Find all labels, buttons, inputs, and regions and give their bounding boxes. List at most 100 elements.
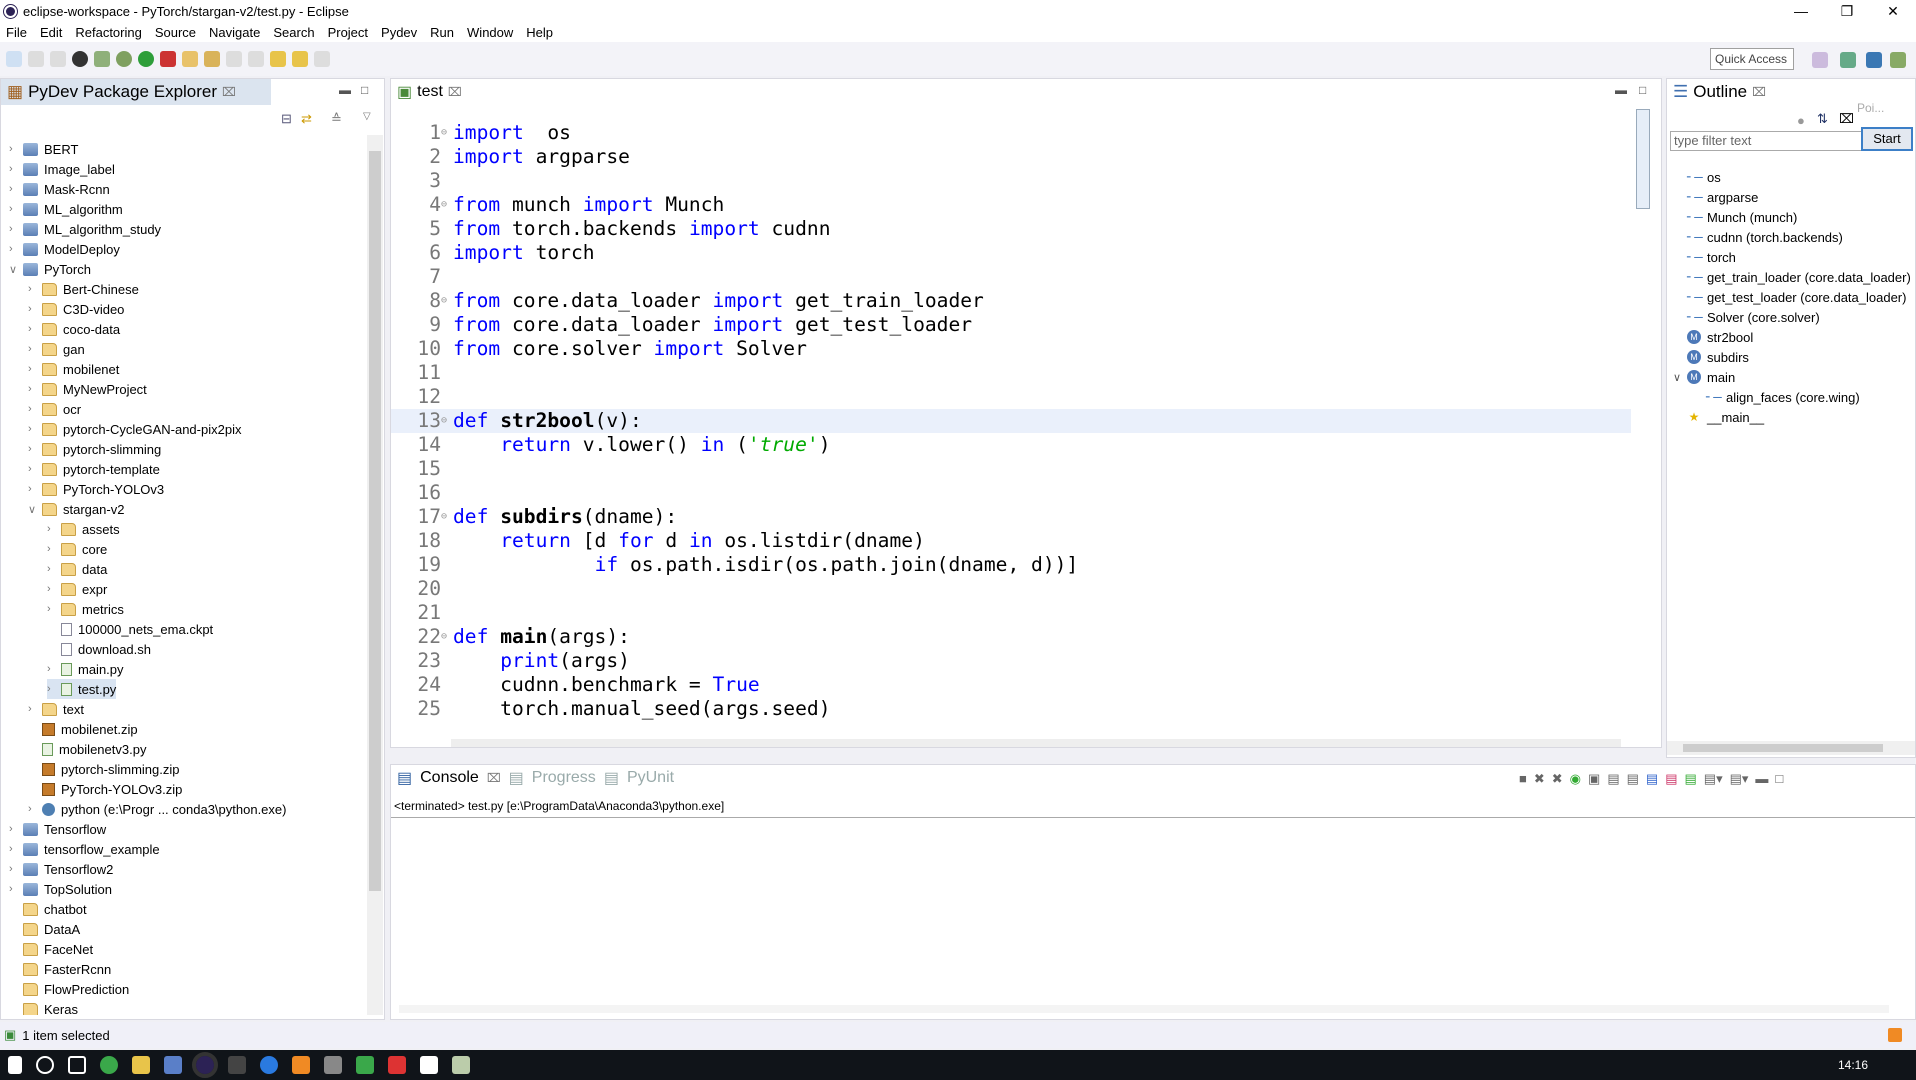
chevron-right-icon[interactable]: ›: [47, 583, 61, 595]
code-line[interactable]: 1⊖ import os: [391, 121, 1631, 145]
open-folder-icon[interactable]: [182, 51, 198, 67]
code-line[interactable]: 2 import argparse: [391, 145, 1631, 169]
code-editor[interactable]: 1⊖ import os 2 import argparse 3 4⊖ from munch…: [391, 111, 1631, 721]
menu-search[interactable]: Search: [273, 25, 314, 40]
chevron-right-icon[interactable]: ›: [9, 143, 23, 155]
chevron-down-icon[interactable]: ∨: [1673, 371, 1681, 384]
tree-item[interactable]: mobilenet.zip: [28, 719, 138, 739]
open-perspective-icon[interactable]: [1812, 52, 1828, 68]
tree-item[interactable]: FlowPrediction: [9, 979, 129, 999]
remove-all-icon[interactable]: ✖: [1552, 771, 1563, 787]
chevron-right-icon[interactable]: ›: [9, 183, 23, 195]
tree-item[interactable]: PyTorch-YOLOv3.zip: [28, 779, 182, 799]
tree-item[interactable]: › data: [47, 559, 107, 579]
app-icon[interactable]: [452, 1056, 470, 1074]
code-line[interactable]: 25 torch.manual_seed(args.seed): [391, 697, 1631, 721]
view-menu-icon[interactable]: ▽: [363, 111, 371, 122]
outline-item[interactable]: ╴─ get_train_loader (core.data_loader): [1687, 267, 1911, 287]
chevron-right-icon[interactable]: ›: [28, 343, 42, 355]
chevron-right-icon[interactable]: ›: [28, 323, 42, 335]
tree-item[interactable]: › assets: [47, 519, 120, 539]
tab-package-explorer[interactable]: ▦ PyDev Package Explorer ⌧: [1, 79, 271, 105]
scroll-lock-icon[interactable]: ▤: [1607, 771, 1619, 787]
tree-item[interactable]: › BERT: [9, 139, 78, 159]
close-button[interactable]: ✕: [1870, 0, 1916, 22]
fold-icon[interactable]: ⊖: [441, 193, 453, 217]
chevron-right-icon[interactable]: ›: [28, 483, 42, 495]
clock[interactable]: 14:16: [1838, 1058, 1868, 1072]
outline-item[interactable]: Mstr2bool: [1687, 327, 1753, 347]
java-perspective-icon[interactable]: [1840, 52, 1856, 68]
app-icon[interactable]: [324, 1056, 342, 1074]
tree-item[interactable]: › metrics: [47, 599, 124, 619]
tree-item[interactable]: ∨ stargan-v2: [28, 499, 124, 519]
filter-icon[interactable]: ≙: [331, 111, 342, 127]
external-tools-icon[interactable]: [160, 51, 176, 67]
code-line[interactable]: 23 print(args): [391, 649, 1631, 673]
tree-item[interactable]: › ML_algorithm: [9, 199, 123, 219]
fold-icon[interactable]: ⊖: [441, 505, 453, 529]
chevron-down-icon[interactable]: ∨: [9, 263, 23, 276]
tree-item[interactable]: FasterRcnn: [9, 959, 111, 979]
app-icon[interactable]: [388, 1056, 406, 1074]
menu-file[interactable]: File: [6, 25, 27, 40]
chevron-right-icon[interactable]: ›: [47, 523, 61, 535]
menu-run[interactable]: Run: [430, 25, 454, 40]
last-edit-icon[interactable]: [270, 51, 286, 67]
chevron-right-icon[interactable]: ›: [9, 883, 23, 895]
tree-item[interactable]: › ML_algorithm_study: [9, 219, 161, 239]
display-console-icon[interactable]: ▤▾: [1704, 771, 1723, 787]
code-line[interactable]: 11: [391, 361, 1631, 385]
photos-icon[interactable]: [420, 1056, 438, 1074]
chevron-right-icon[interactable]: ›: [28, 303, 42, 315]
outline-item[interactable]: ╴─ align_faces (core.wing): [1706, 387, 1860, 407]
menu-navigate[interactable]: Navigate: [209, 25, 260, 40]
code-line[interactable]: 22⊖ def main(args):: [391, 625, 1631, 649]
chevron-right-icon[interactable]: ›: [9, 223, 23, 235]
pin-icon[interactable]: ◉: [1570, 771, 1581, 787]
code-line[interactable]: 19 if os.path.isdir(os.path.join(dname, …: [391, 553, 1631, 577]
tree-item[interactable]: ∨ PyTorch: [9, 259, 91, 279]
eclipse-taskbar-icon[interactable]: [192, 1052, 218, 1078]
forward-icon[interactable]: [314, 51, 330, 67]
tree-item[interactable]: 100000_nets_ema.ckpt: [47, 619, 213, 639]
task-view-icon[interactable]: [68, 1056, 86, 1074]
chevron-right-icon[interactable]: ›: [47, 563, 61, 575]
menu-project[interactable]: Project: [328, 25, 368, 40]
tree-item[interactable]: pytorch-slimming.zip: [28, 759, 179, 779]
tab-pyunit[interactable]: PyUnit: [627, 769, 674, 787]
maximize-icon[interactable]: □: [1639, 83, 1646, 97]
tree-item[interactable]: › MyNewProject: [28, 379, 147, 399]
code-line[interactable]: 3: [391, 169, 1631, 193]
tree-item[interactable]: › Tensorflow: [9, 819, 106, 839]
outline-item[interactable]: ╴─ torch: [1687, 247, 1736, 267]
chevron-right-icon[interactable]: ›: [47, 663, 61, 675]
profile-icon[interactable]: [72, 51, 88, 67]
file-explorer-icon[interactable]: [132, 1056, 150, 1074]
tree-item[interactable]: FaceNet: [9, 939, 93, 959]
chevron-right-icon[interactable]: ›: [28, 443, 42, 455]
minimize-button[interactable]: —: [1778, 0, 1824, 22]
tab-progress[interactable]: Progress: [532, 769, 596, 787]
next-annotation-icon[interactable]: [226, 51, 242, 67]
outline-item[interactable]: ╴─ get_test_loader (core.data_loader): [1687, 287, 1906, 307]
fold-icon[interactable]: ⊖: [441, 625, 453, 649]
code-line[interactable]: 10 from core.solver import Solver: [391, 337, 1631, 361]
code-line[interactable]: 12: [391, 385, 1631, 409]
tree-item[interactable]: › python (e:\Progr ... conda3\python.exe): [28, 799, 286, 819]
tree-item[interactable]: › PyTorch-YOLOv3: [28, 479, 164, 499]
debug-perspective-icon[interactable]: [1890, 52, 1906, 68]
explorer-scrollbar[interactable]: [367, 135, 383, 1015]
minimize-icon[interactable]: ▬: [1615, 83, 1627, 97]
close-tab-icon[interactable]: ⌧: [448, 85, 462, 99]
maximize-icon[interactable]: □: [361, 83, 368, 97]
tree-item[interactable]: › ModelDeploy: [9, 239, 120, 259]
chevron-right-icon[interactable]: ›: [47, 683, 61, 695]
close-tab-icon[interactable]: ⌧: [1752, 85, 1766, 99]
collapse-icon[interactable]: ⌧: [1839, 111, 1854, 127]
tree-item[interactable]: › Mask-Rcnn: [9, 179, 110, 199]
run-icon[interactable]: [138, 51, 154, 67]
back-icon[interactable]: [292, 51, 308, 67]
quick-access-input[interactable]: Quick Access: [1710, 48, 1794, 70]
tree-item[interactable]: › mobilenet: [28, 359, 119, 379]
